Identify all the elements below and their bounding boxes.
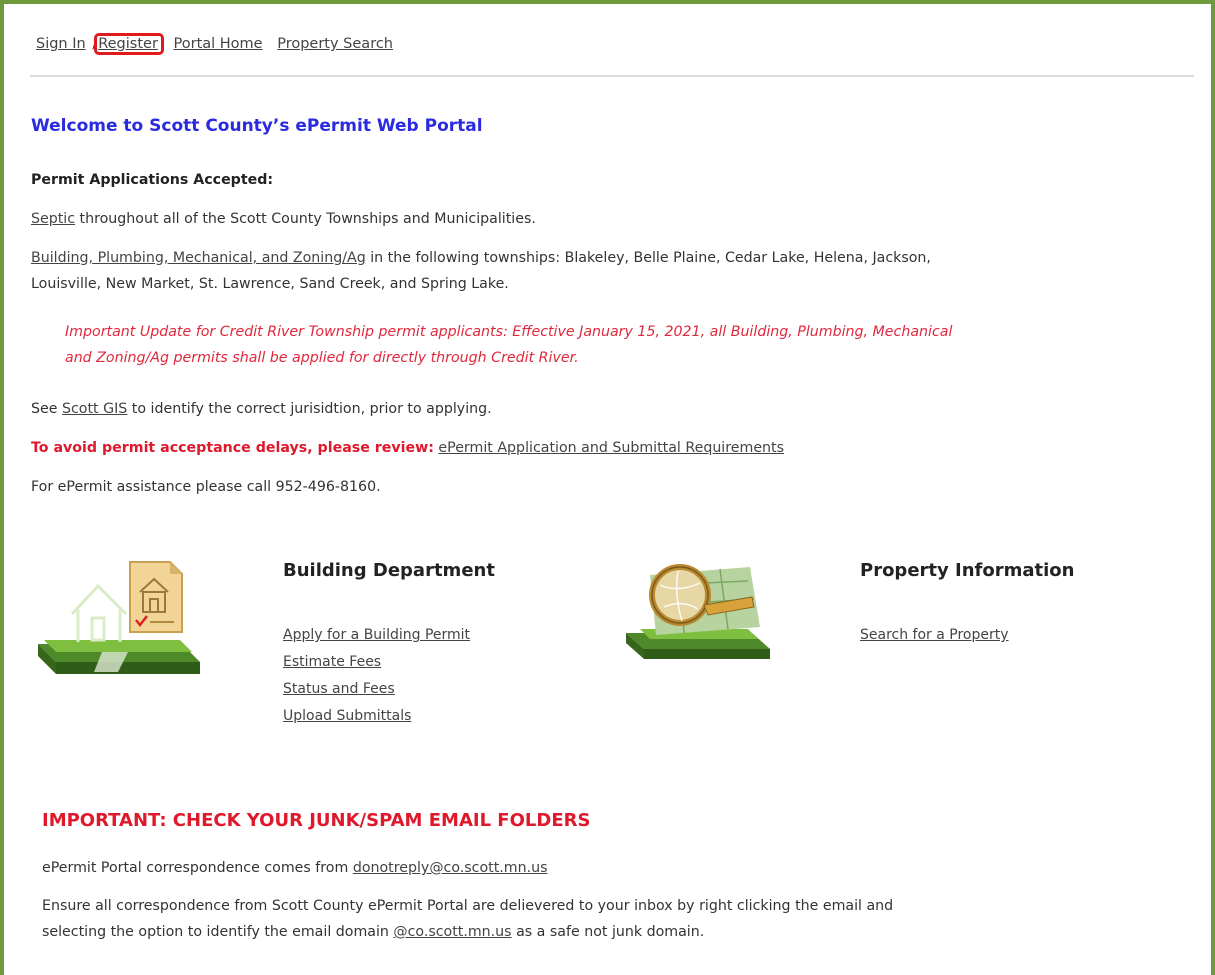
donotreply-email-link[interactable]: donotreply@co.scott.mn.us — [353, 860, 548, 876]
property-info-title: Property Information — [860, 560, 1075, 581]
building-types-link[interactable]: Building, Plumbing, Mechanical, and Zoni… — [31, 250, 366, 266]
gis-suffix: to identify the correct jurisidtion, pri… — [127, 401, 492, 417]
search-property-link[interactable]: Search for a Property — [860, 627, 1009, 643]
register-link[interactable]: Register — [98, 36, 158, 52]
building-paragraph: Building, Plumbing, Mechanical, and Zoni… — [31, 245, 1191, 297]
requirements-link[interactable]: ePermit Application and Submittal Requir… — [438, 440, 784, 456]
property-search-link[interactable]: Property Search — [277, 36, 393, 52]
map-magnifier-icon — [620, 555, 780, 669]
assistance-text: For ePermit assistance please call 952-4… — [31, 479, 381, 495]
review-label: To avoid permit acceptance delays, pleas… — [31, 440, 434, 456]
credit-river-update: Important Update for Credit River Townsh… — [65, 319, 1185, 371]
septic-link[interactable]: Septic — [31, 211, 75, 227]
estimate-fees-link[interactable]: Estimate Fees — [283, 654, 381, 670]
building-dept-title: Building Department — [283, 560, 495, 581]
from-text: ePermit Portal correspondence comes from — [42, 860, 353, 876]
ensure-suffix: as a safe not junk domain. — [511, 924, 705, 940]
status-and-fees-link[interactable]: Status and Fees — [283, 681, 395, 697]
septic-text: throughout all of the Scott County Towns… — [75, 211, 536, 227]
building-text-cont: Louisville, New Market, St. Lawrence, Sa… — [31, 276, 509, 292]
update-line-1: Important Update for Credit River Townsh… — [65, 324, 953, 340]
nav-divider — [30, 75, 1194, 77]
top-nav: Sign In /Register Portal Home Property S… — [36, 33, 395, 55]
property-links: Search for a Property — [860, 622, 1009, 649]
email-domain-link[interactable]: @co.scott.mn.us — [393, 924, 511, 940]
ensure-line-1: Ensure all correspondence from Scott Cou… — [42, 898, 894, 914]
building-links: Apply for a Building Permit Estimate Fee… — [283, 622, 470, 730]
scott-gis-link[interactable]: Scott GIS — [62, 401, 127, 417]
register-highlight: Register — [94, 33, 164, 55]
ensure-prefix: selecting the option to identify the ema… — [42, 924, 394, 940]
apply-building-permit-link[interactable]: Apply for a Building Permit — [283, 627, 470, 643]
sign-in-link[interactable]: Sign In — [36, 36, 86, 52]
gis-paragraph: See Scott GIS to identify the correct ju… — [31, 396, 492, 422]
gis-prefix: See — [31, 401, 62, 417]
page-title: Welcome to Scott County’s ePermit Web Po… — [31, 116, 483, 136]
upload-submittals-link[interactable]: Upload Submittals — [283, 708, 411, 724]
ensure-paragraph: Ensure all correspondence from Scott Cou… — [42, 893, 1142, 945]
house-permit-icon — [32, 552, 202, 681]
septic-paragraph: Septic throughout all of the Scott Count… — [31, 206, 536, 232]
portal-home-link[interactable]: Portal Home — [174, 36, 263, 52]
building-text: in the following townships: Blakeley, Be… — [365, 250, 931, 266]
spam-warning-title: IMPORTANT: CHECK YOUR JUNK/SPAM EMAIL FO… — [42, 810, 591, 831]
update-line-2: and Zoning/Ag permits shall be applied f… — [65, 350, 579, 366]
accepted-heading: Permit Applications Accepted: — [31, 172, 274, 188]
review-paragraph: To avoid permit acceptance delays, pleas… — [31, 435, 784, 461]
from-paragraph: ePermit Portal correspondence comes from… — [42, 855, 1142, 881]
